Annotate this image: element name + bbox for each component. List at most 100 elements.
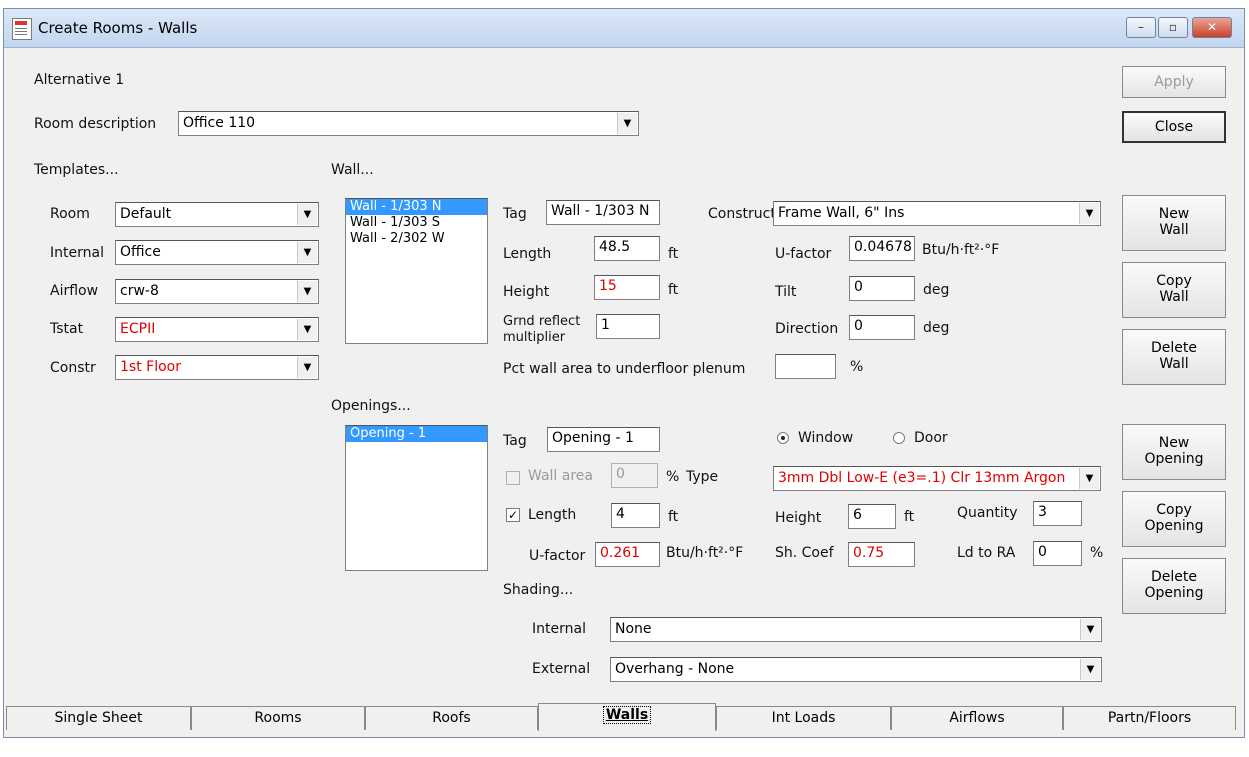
- wall-length-input[interactable]: 48.5: [594, 236, 660, 261]
- type-combo[interactable]: 3mm Dbl Low-E (e3=.1) Clr 13mm Argon ▼: [773, 466, 1101, 491]
- type-value: 3mm Dbl Low-E (e3=.1) Clr 13mm Argon: [778, 470, 1066, 486]
- grnd-reflect-input[interactable]: 1: [596, 314, 660, 339]
- openings-listbox[interactable]: Opening - 1: [345, 425, 488, 571]
- chevron-down-icon[interactable]: ▼: [1080, 659, 1100, 680]
- shading-internal-combo[interactable]: None ▼: [610, 617, 1102, 642]
- copy-wall-line1: Copy: [1156, 273, 1192, 289]
- sh-coef-input[interactable]: 0.75: [848, 542, 915, 567]
- tab-roofs[interactable]: Roofs: [365, 706, 538, 730]
- tab-bar: Single Sheet Rooms Roofs Walls Int Loads…: [6, 703, 1236, 731]
- sh-coef-label: Sh. Coef: [775, 545, 834, 561]
- list-item[interactable]: Wall - 1/303 S: [346, 215, 487, 231]
- plenum-input[interactable]: [775, 354, 836, 379]
- room-description-value: Office 110: [183, 115, 256, 131]
- tilt-input[interactable]: 0: [849, 276, 915, 301]
- wall-area-input[interactable]: 0: [611, 463, 658, 488]
- close-window-button[interactable]: ✕: [1192, 17, 1232, 38]
- delete-wall-button[interactable]: Delete Wall: [1122, 329, 1226, 385]
- internal-template-value: Office: [120, 244, 161, 260]
- chevron-down-icon[interactable]: ▼: [1079, 468, 1099, 489]
- list-item[interactable]: Wall - 1/303 N: [346, 199, 487, 215]
- wall-u-factor-unit: Btu/h·ft²·°F: [922, 242, 1000, 258]
- shading-external-combo[interactable]: Overhang - None ▼: [610, 657, 1102, 682]
- ld-to-ra-unit: %: [1090, 545, 1104, 561]
- copy-wall-button[interactable]: Copy Wall: [1122, 262, 1226, 318]
- opening-height-label: Height: [775, 510, 822, 526]
- list-item[interactable]: Opening - 1: [346, 426, 487, 442]
- quantity-label: Quantity: [957, 505, 1018, 521]
- tab-single-sheet[interactable]: Single Sheet: [6, 706, 191, 730]
- delete-opening-button[interactable]: Delete Opening: [1122, 558, 1226, 614]
- list-item[interactable]: Wall - 2/302 W: [346, 231, 487, 247]
- wall-height-unit: ft: [668, 282, 679, 298]
- ld-to-ra-label: Ld to RA: [957, 545, 1016, 561]
- wall-height-input[interactable]: 15: [594, 275, 660, 300]
- copy-opening-button[interactable]: Copy Opening: [1122, 491, 1226, 547]
- room-template-combo[interactable]: Default ▼: [115, 202, 319, 227]
- opening-length-input[interactable]: 4: [611, 503, 660, 528]
- delete-wall-line2: Wall: [1159, 356, 1189, 372]
- constr-template-combo[interactable]: 1st Floor ▼: [115, 355, 319, 380]
- construct-combo[interactable]: Frame Wall, 6" Ins ▼: [773, 201, 1101, 226]
- opening-u-factor-input[interactable]: 0.261: [595, 542, 660, 567]
- wall-length-label: Length: [503, 246, 552, 262]
- plenum-label: Pct wall area to underfloor plenum: [503, 361, 746, 377]
- window-radio[interactable]: [777, 432, 789, 444]
- tab-airflows[interactable]: Airflows: [891, 706, 1063, 730]
- opening-height-input[interactable]: 6: [848, 504, 896, 529]
- chevron-down-icon[interactable]: ▼: [297, 204, 317, 225]
- tstat-template-combo[interactable]: ECPII ▼: [115, 317, 319, 342]
- opening-height-unit: ft: [904, 509, 915, 525]
- direction-input[interactable]: 0: [849, 315, 915, 340]
- new-opening-line1: New: [1158, 435, 1190, 451]
- shading-external-value: Overhang - None: [615, 661, 735, 677]
- new-opening-button[interactable]: New Opening: [1122, 424, 1226, 480]
- construct-value: Frame Wall, 6" Ins: [778, 205, 905, 221]
- construct-label: Construct: [708, 206, 776, 222]
- chevron-down-icon[interactable]: ▼: [297, 281, 317, 302]
- tab-rooms[interactable]: Rooms: [191, 706, 365, 730]
- tab-walls[interactable]: Walls: [538, 703, 716, 731]
- apply-button[interactable]: Apply: [1122, 66, 1226, 98]
- door-radio[interactable]: [893, 432, 905, 444]
- internal-template-label: Internal: [50, 245, 104, 261]
- ld-to-ra-input[interactable]: 0: [1033, 541, 1082, 566]
- chevron-down-icon[interactable]: ▼: [1080, 619, 1100, 640]
- wall-heading: Wall...: [331, 162, 374, 178]
- chevron-down-icon[interactable]: ▼: [297, 319, 317, 340]
- multiplier-label: multiplier: [503, 330, 566, 345]
- chevron-down-icon[interactable]: ▼: [617, 113, 637, 134]
- chevron-down-icon[interactable]: ▼: [297, 357, 317, 378]
- tilt-label: Tilt: [775, 284, 797, 300]
- chevron-down-icon[interactable]: ▼: [1079, 203, 1099, 224]
- airflow-template-value: crw-8: [120, 283, 159, 299]
- wall-tag-input[interactable]: Wall - 1/303 N: [546, 200, 660, 225]
- close-button[interactable]: Close: [1122, 111, 1226, 143]
- wall-length-unit: ft: [668, 246, 679, 262]
- window-radio-label: Window: [798, 430, 854, 446]
- wall-u-factor-input[interactable]: 0.04678: [849, 236, 915, 261]
- new-wall-button[interactable]: New Wall: [1122, 195, 1226, 251]
- minimize-button[interactable]: –: [1126, 17, 1156, 38]
- opening-tag-input[interactable]: Opening - 1: [547, 427, 660, 452]
- length-checkbox[interactable]: ✓: [506, 508, 520, 522]
- maximize-button[interactable]: ▫: [1158, 17, 1188, 38]
- type-label: Type: [686, 469, 719, 485]
- shading-internal-value: None: [615, 621, 652, 637]
- tab-int-loads[interactable]: Int Loads: [716, 706, 891, 730]
- tab-partn-floors[interactable]: Partn/Floors: [1063, 706, 1236, 730]
- room-description-combo[interactable]: Office 110 ▼: [178, 111, 639, 136]
- room-description-label: Room description: [34, 116, 157, 132]
- chevron-down-icon[interactable]: ▼: [297, 242, 317, 263]
- internal-template-combo[interactable]: Office ▼: [115, 240, 319, 265]
- quantity-input[interactable]: 3: [1033, 501, 1082, 526]
- constr-template-label: Constr: [50, 360, 96, 376]
- tilt-unit: deg: [923, 282, 950, 298]
- wall-area-checkbox[interactable]: [506, 471, 520, 485]
- delete-opening-line1: Delete: [1151, 569, 1197, 585]
- airflow-template-combo[interactable]: crw-8 ▼: [115, 279, 319, 304]
- room-template-label: Room: [50, 206, 90, 222]
- wall-listbox[interactable]: Wall - 1/303 N Wall - 1/303 S Wall - 2/3…: [345, 198, 488, 344]
- airflow-template-label: Airflow: [50, 283, 99, 299]
- opening-tag-label: Tag: [503, 433, 527, 449]
